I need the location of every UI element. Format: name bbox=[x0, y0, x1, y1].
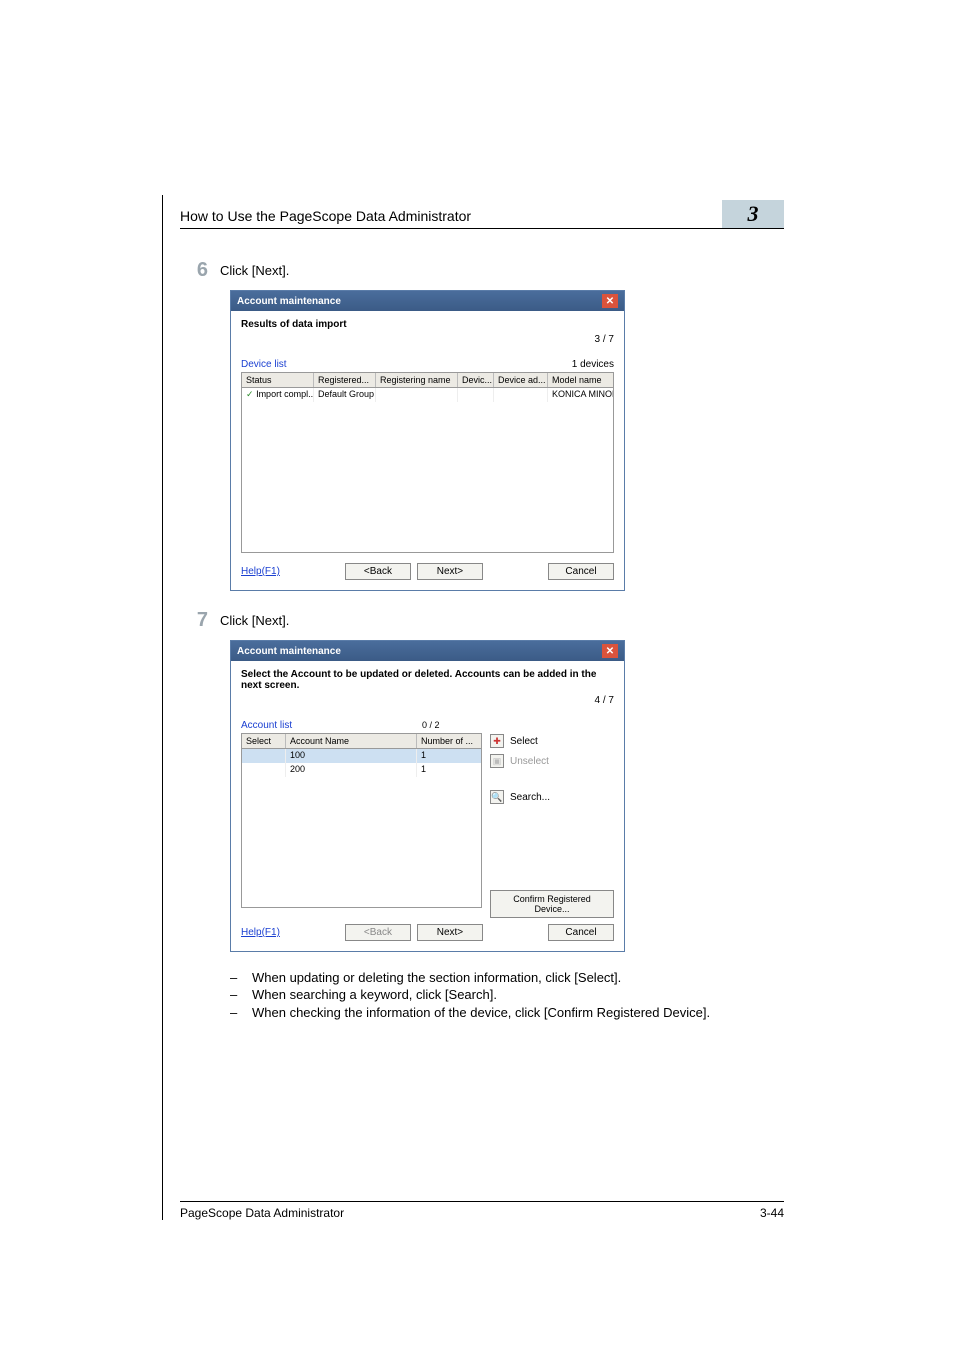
col-device-ad[interactable]: Device ad... bbox=[494, 373, 548, 387]
help-link[interactable]: Help(F1) bbox=[241, 566, 280, 577]
step-6-number: 6 bbox=[180, 259, 220, 282]
note-3: When checking the information of the dev… bbox=[252, 1005, 784, 1021]
dialog7-page-counter: 4 / 7 bbox=[241, 695, 614, 706]
account-count: 0 / 2 bbox=[422, 720, 442, 730]
back-button[interactable]: <Back bbox=[345, 563, 411, 580]
cancel-button[interactable]: Cancel bbox=[548, 563, 614, 580]
search-icon: 🔍 bbox=[490, 790, 504, 804]
col-account-name[interactable]: Account Name bbox=[286, 734, 417, 748]
device-count: 1 devices bbox=[572, 359, 614, 370]
unselect-icon: ▣ bbox=[490, 754, 504, 768]
table-row[interactable]: 200 1 bbox=[242, 763, 481, 777]
unselect-button: ▣ Unselect bbox=[490, 754, 614, 768]
select-button[interactable]: ✚ Select bbox=[490, 734, 614, 748]
next-button[interactable]: Next> bbox=[417, 924, 483, 941]
dialog6-page-counter: 3 / 7 bbox=[241, 334, 614, 345]
note-2: When searching a keyword, click [Search]… bbox=[252, 987, 784, 1003]
step-7-number: 7 bbox=[180, 609, 220, 632]
col-registering[interactable]: Registering name bbox=[376, 373, 458, 387]
back-button: <Back bbox=[345, 924, 411, 941]
next-button[interactable]: Next> bbox=[417, 563, 483, 580]
dialog7-heading: Select the Account to be updated or dele… bbox=[241, 669, 614, 691]
cancel-button[interactable]: Cancel bbox=[548, 924, 614, 941]
header-title: How to Use the PageScope Data Administra… bbox=[180, 208, 712, 224]
chapter-badge: 3 bbox=[722, 200, 784, 228]
dialog6-heading: Results of data import bbox=[241, 319, 614, 330]
col-number[interactable]: Number of ... bbox=[417, 734, 481, 748]
plus-icon: ✚ bbox=[490, 734, 504, 748]
account-list-label: Account list bbox=[241, 720, 482, 731]
col-model[interactable]: Model name bbox=[548, 373, 613, 387]
notes-list: –When updating or deleting the section i… bbox=[230, 970, 784, 1021]
col-devic[interactable]: Devic... bbox=[458, 373, 494, 387]
account-grid: 0 / 2 Select Account Name Number of ... … bbox=[241, 733, 482, 908]
dialog6-title: Account maintenance bbox=[237, 296, 341, 307]
table-row[interactable]: 100 1 bbox=[242, 749, 481, 763]
device-list-label: Device list bbox=[241, 359, 287, 370]
device-grid: Status Registered... Registering name De… bbox=[241, 372, 614, 553]
step-7-text: Click [Next]. bbox=[220, 609, 784, 632]
confirm-registered-device-button[interactable]: Confirm Registered Device... bbox=[490, 890, 614, 918]
help-link[interactable]: Help(F1) bbox=[241, 927, 280, 938]
dialog7-title: Account maintenance bbox=[237, 646, 341, 657]
note-1: When updating or deleting the section in… bbox=[252, 970, 784, 986]
col-registered[interactable]: Registered... bbox=[314, 373, 376, 387]
search-button[interactable]: 🔍 Search... bbox=[490, 790, 614, 804]
step-6-text: Click [Next]. bbox=[220, 259, 784, 282]
dialog-step7: Account maintenance ✕ Select the Account… bbox=[230, 640, 625, 952]
dialog-step6: Account maintenance ✕ Results of data im… bbox=[230, 290, 625, 591]
close-icon[interactable]: ✕ bbox=[602, 294, 618, 308]
col-status[interactable]: Status bbox=[242, 373, 314, 387]
close-icon[interactable]: ✕ bbox=[602, 644, 618, 658]
table-row[interactable]: ✓ Import compl... Default Group KONICA M… bbox=[242, 388, 613, 402]
footer-right: 3-44 bbox=[760, 1206, 784, 1220]
check-icon: ✓ bbox=[246, 389, 254, 399]
col-select[interactable]: Select bbox=[242, 734, 286, 748]
footer-left: PageScope Data Administrator bbox=[180, 1206, 344, 1220]
